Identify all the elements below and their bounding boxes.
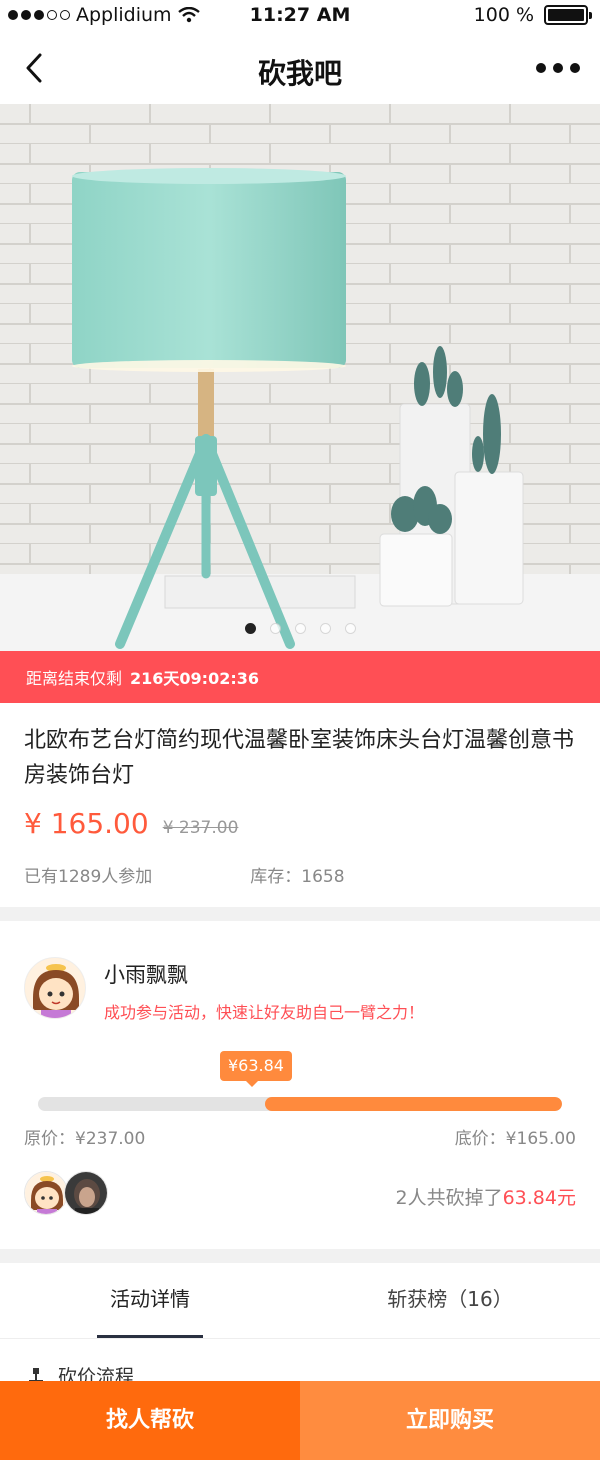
- nav-bar: 砍我吧: [0, 32, 600, 104]
- participant-count: 已有1289人参加: [24, 867, 153, 887]
- section-divider: [0, 1249, 600, 1263]
- bargain-progress-track: [38, 1097, 562, 1111]
- tab-leaderboard[interactable]: 斩获榜（16）: [300, 1263, 600, 1338]
- carousel-dot[interactable]: [244, 623, 256, 634]
- cut-amount-bubble: ¥63.84: [220, 1051, 292, 1087]
- product-photo: [0, 104, 600, 651]
- user-name: 小雨飘飘: [104, 963, 188, 987]
- cut-summary: 2人共砍掉了63.84元: [396, 1183, 577, 1210]
- product-info: 北欧布艺台灯简约现代温馨卧室装饰床头台灯温馨创意书房装饰台灯 ¥ 165.00 …: [0, 703, 600, 907]
- more-dots-icon: [536, 63, 546, 73]
- original-price: ¥ 237.00: [162, 818, 239, 838]
- battery-percent: 100 %: [473, 4, 534, 26]
- carousel-dot[interactable]: [294, 623, 306, 634]
- original-price-label: 原价：¥237.00: [24, 1129, 146, 1149]
- carousel-dot[interactable]: [344, 623, 356, 634]
- carousel-indicator[interactable]: [0, 623, 600, 634]
- status-right: 100 %: [473, 4, 592, 26]
- user-avatar-image: [25, 958, 85, 1018]
- more-button[interactable]: [536, 54, 580, 82]
- success-message: 成功参与活动，快速让好友助自己一臂之力！: [104, 1003, 425, 1022]
- countdown-time: 216天09:02:36: [130, 669, 260, 688]
- cut-summary-amount: 63.84元: [502, 1187, 576, 1209]
- section-divider: [0, 907, 600, 921]
- avatar[interactable]: [24, 1171, 68, 1215]
- helper-avatar-image: [25, 1172, 67, 1214]
- helper-avatars: [24, 1171, 108, 1215]
- carousel-dot[interactable]: [319, 623, 331, 634]
- product-title: 北欧布艺台灯简约现代温馨卧室装饰床头台灯温馨创意书房装饰台灯: [24, 728, 575, 788]
- price-row: ¥ 165.00 ¥ 237.00: [24, 807, 576, 840]
- bargain-progress-fill: [265, 1097, 562, 1111]
- tab-activity-details[interactable]: 活动详情: [0, 1263, 300, 1338]
- countdown-label: 距离结束仅剩: [26, 669, 123, 688]
- detail-tabs: 活动详情 斩获榜（16）: [0, 1263, 600, 1339]
- avatar[interactable]: [24, 957, 86, 1019]
- countdown-banner: 距离结束仅剩 216天09:02:36: [0, 651, 600, 703]
- helper-avatar-image: [65, 1172, 107, 1214]
- find-helpers-button[interactable]: 找人帮砍: [0, 1381, 300, 1460]
- bargain-panel: 小雨飘飘 成功参与活动，快速让好友助自己一臂之力！ ¥63.84 原价：¥237…: [0, 921, 600, 1249]
- status-bar: Applidium 11:27 AM 100 %: [0, 0, 600, 32]
- page-title: 砍我吧: [257, 57, 342, 90]
- avatar[interactable]: [64, 1171, 108, 1215]
- current-price: ¥ 165.00: [24, 807, 149, 840]
- cut-summary-prefix: 2人共砍掉了: [395, 1187, 503, 1209]
- product-meta: 已有1289人参加 库存：1658: [24, 862, 576, 887]
- floor-price-label: 底价：¥165.00: [454, 1129, 576, 1149]
- product-image-carousel[interactable]: [0, 104, 600, 651]
- carousel-dot[interactable]: [269, 623, 281, 634]
- battery-icon: [544, 5, 592, 25]
- stock-count: 库存：1658: [250, 867, 345, 887]
- buy-now-button[interactable]: 立即购买: [300, 1381, 600, 1460]
- bottom-action-bar: 找人帮砍 立即购买: [0, 1381, 600, 1460]
